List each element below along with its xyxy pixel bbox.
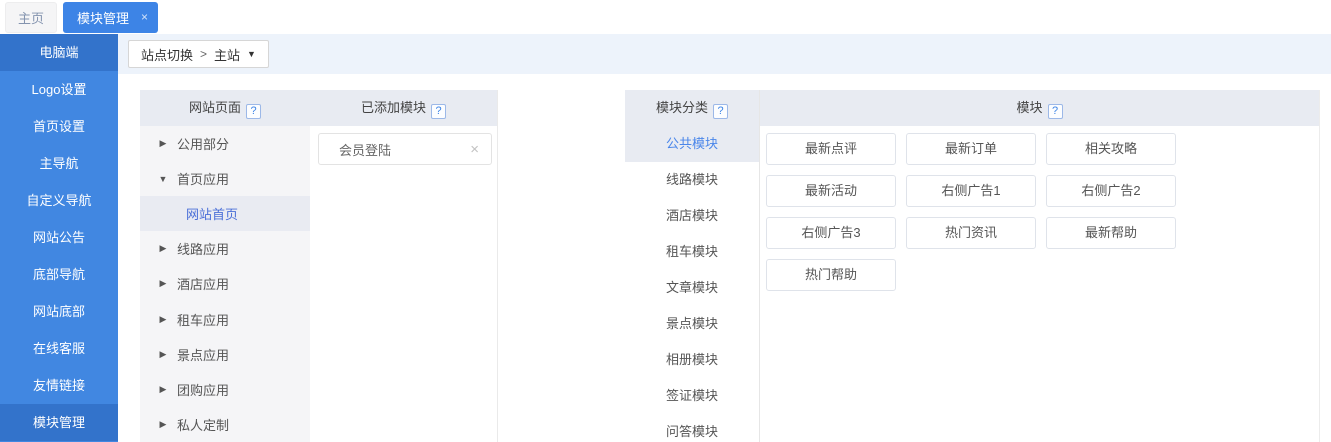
category-item-route[interactable]: 线路模块 [625,162,759,198]
tree-item-label: 景点应用 [177,345,229,364]
site-switch-strip: 站点切换 > 主站 ▼ [118,34,1331,74]
tree-item-scenic-apps[interactable]: ▶ 景点应用 [140,337,310,372]
help-icon[interactable]: ? [246,104,261,119]
module-button-right-ad-3[interactable]: 右侧广告3 [766,217,896,249]
sidebar-item-friend-links[interactable]: 友情链接 [0,367,118,404]
site-pages-column: 网站页面? ▶ 公用部分 ▼ 首页应用 网站首页 [140,90,310,442]
tree-item-route-apps[interactable]: ▶ 线路应用 [140,231,310,266]
module-button-right-ad-1[interactable]: 右侧广告1 [906,175,1036,207]
close-icon[interactable]: × [141,11,148,23]
work-area: 网站页面? ▶ 公用部分 ▼ 首页应用 网站首页 [118,74,1331,442]
site-switch-current-site: 主站 [214,45,240,64]
triangle-right-icon: ▶ [158,138,168,149]
chevron-down-icon: ▼ [247,49,256,59]
site-switch-button[interactable]: 站点切换 > 主站 ▼ [128,40,269,68]
category-item-car-rental[interactable]: 租车模块 [625,234,759,270]
category-item-article[interactable]: 文章模块 [625,270,759,306]
triangle-down-icon: ▼ [158,174,168,184]
modules-title: 模块 [1016,100,1042,115]
tree-item-label: 网站首页 [186,204,238,223]
sidebar-item-site-footer[interactable]: 网站底部 [0,293,118,330]
sidebar-item-site-notice[interactable]: 网站公告 [0,219,118,256]
tree-item-group-buy-apps[interactable]: ▶ 团购应用 [140,372,310,407]
module-button-right-ad-2[interactable]: 右侧广告2 [1046,175,1176,207]
sidebar-header-pc: 电脑端 [0,34,118,71]
modules-column: 模块? 最新点评 最新订单 相关攻略 最新活动 右侧广告1 右侧广告2 右侧广告… [760,90,1320,442]
tree-item-car-rental-apps[interactable]: ▶ 租车应用 [140,302,310,337]
tree-item-private-custom[interactable]: ▶ 私人定制 [140,407,310,442]
sidebar-item-module-management[interactable]: 模块管理 [0,404,118,441]
module-button-hot-help[interactable]: 热门帮助 [766,259,896,291]
category-item-visa[interactable]: 签证模块 [625,378,759,414]
added-modules-header: 已添加模块? [310,90,497,126]
remove-icon[interactable]: × [470,141,479,158]
help-icon[interactable]: ? [1048,104,1063,119]
sidebar-item-main-nav[interactable]: 主导航 [0,145,118,182]
category-item-album[interactable]: 相册模块 [625,342,759,378]
tree-item-label: 首页应用 [177,169,229,188]
tree-item-label: 租车应用 [177,310,229,329]
tree-item-site-homepage[interactable]: 网站首页 [140,196,310,231]
tree-item-label: 私人定制 [177,415,229,434]
modules-grid: 最新点评 最新订单 相关攻略 最新活动 右侧广告1 右侧广告2 右侧广告3 热门… [760,126,1319,291]
category-item-scenic[interactable]: 景点模块 [625,306,759,342]
site-switch-separator: > [200,47,207,61]
added-modules-list: 会员登陆 × [310,126,497,165]
added-module-member-login[interactable]: 会员登陆 × [318,133,492,165]
categories-and-modules-panel: 模块分类? 公共模块 线路模块 酒店模块 租车模块 文章模块 景点模块 相册模块… [625,90,1320,442]
module-category-column: 模块分类? 公共模块 线路模块 酒店模块 租车模块 文章模块 景点模块 相册模块… [625,90,760,442]
site-pages-header: 网站页面? [140,90,310,126]
added-module-label: 会员登陆 [339,140,391,159]
tab-bar: 主页 模块管理 × [0,0,1331,34]
tree-item-common-parts[interactable]: ▶ 公用部分 [140,126,310,161]
category-item-qa[interactable]: 问答模块 [625,414,759,442]
module-category-header: 模块分类? [625,90,759,126]
triangle-right-icon: ▶ [158,384,168,395]
tab-home[interactable]: 主页 [5,2,57,33]
sidebar-item-online-service[interactable]: 在线客服 [0,330,118,367]
modules-header: 模块? [760,90,1319,126]
pages-and-added-panel: 网站页面? ▶ 公用部分 ▼ 首页应用 网站首页 [140,90,498,442]
module-button-latest-activities[interactable]: 最新活动 [766,175,896,207]
module-category-title: 模块分类 [656,100,708,115]
sidebar: 电脑端 Logo设置 首页设置 主导航 自定义导航 网站公告 底部导航 网站底部… [0,34,118,442]
tree-item-hotel-apps[interactable]: ▶ 酒店应用 [140,266,310,301]
triangle-right-icon: ▶ [158,278,168,289]
module-management-page: 主页 模块管理 × 电脑端 Logo设置 首页设置 主导航 自定义导航 网站公告… [0,0,1331,442]
added-modules-column: 已添加模块? 会员登陆 × [310,90,498,442]
triangle-right-icon: ▶ [158,243,168,254]
site-pages-title: 网站页面 [189,100,241,115]
triangle-right-icon: ▶ [158,349,168,360]
module-button-latest-orders[interactable]: 最新订单 [906,133,1036,165]
tree-item-homepage-apps[interactable]: ▼ 首页应用 [140,161,310,196]
sidebar-item-logo-settings[interactable]: Logo设置 [0,71,118,108]
content-area: 站点切换 > 主站 ▼ 网站页面? ▶ 公用部分 [118,34,1331,442]
category-item-public[interactable]: 公共模块 [625,126,759,162]
panel-gap [498,90,625,442]
tree-item-label: 酒店应用 [177,274,229,293]
category-item-hotel[interactable]: 酒店模块 [625,198,759,234]
tab-module-management[interactable]: 模块管理 × [63,2,158,33]
sidebar-item-footer-nav[interactable]: 底部导航 [0,256,118,293]
module-button-latest-reviews[interactable]: 最新点评 [766,133,896,165]
help-icon[interactable]: ? [431,104,446,119]
tree-item-label: 团购应用 [177,380,229,399]
main-area: 电脑端 Logo设置 首页设置 主导航 自定义导航 网站公告 底部导航 网站底部… [0,34,1331,442]
site-switch-label: 站点切换 [141,45,193,64]
module-button-related-guides[interactable]: 相关攻略 [1046,133,1176,165]
triangle-right-icon: ▶ [158,419,168,430]
added-modules-title: 已添加模块 [361,100,426,115]
sidebar-item-custom-nav[interactable]: 自定义导航 [0,182,118,219]
module-button-hot-news[interactable]: 热门资讯 [906,217,1036,249]
tab-module-management-label: 模块管理 [77,8,129,27]
tree-item-label: 公用部分 [177,134,229,153]
help-icon[interactable]: ? [713,104,728,119]
triangle-right-icon: ▶ [158,314,168,325]
module-button-latest-help[interactable]: 最新帮助 [1046,217,1176,249]
sidebar-item-homepage-settings[interactable]: 首页设置 [0,108,118,145]
tree-item-label: 线路应用 [177,239,229,258]
